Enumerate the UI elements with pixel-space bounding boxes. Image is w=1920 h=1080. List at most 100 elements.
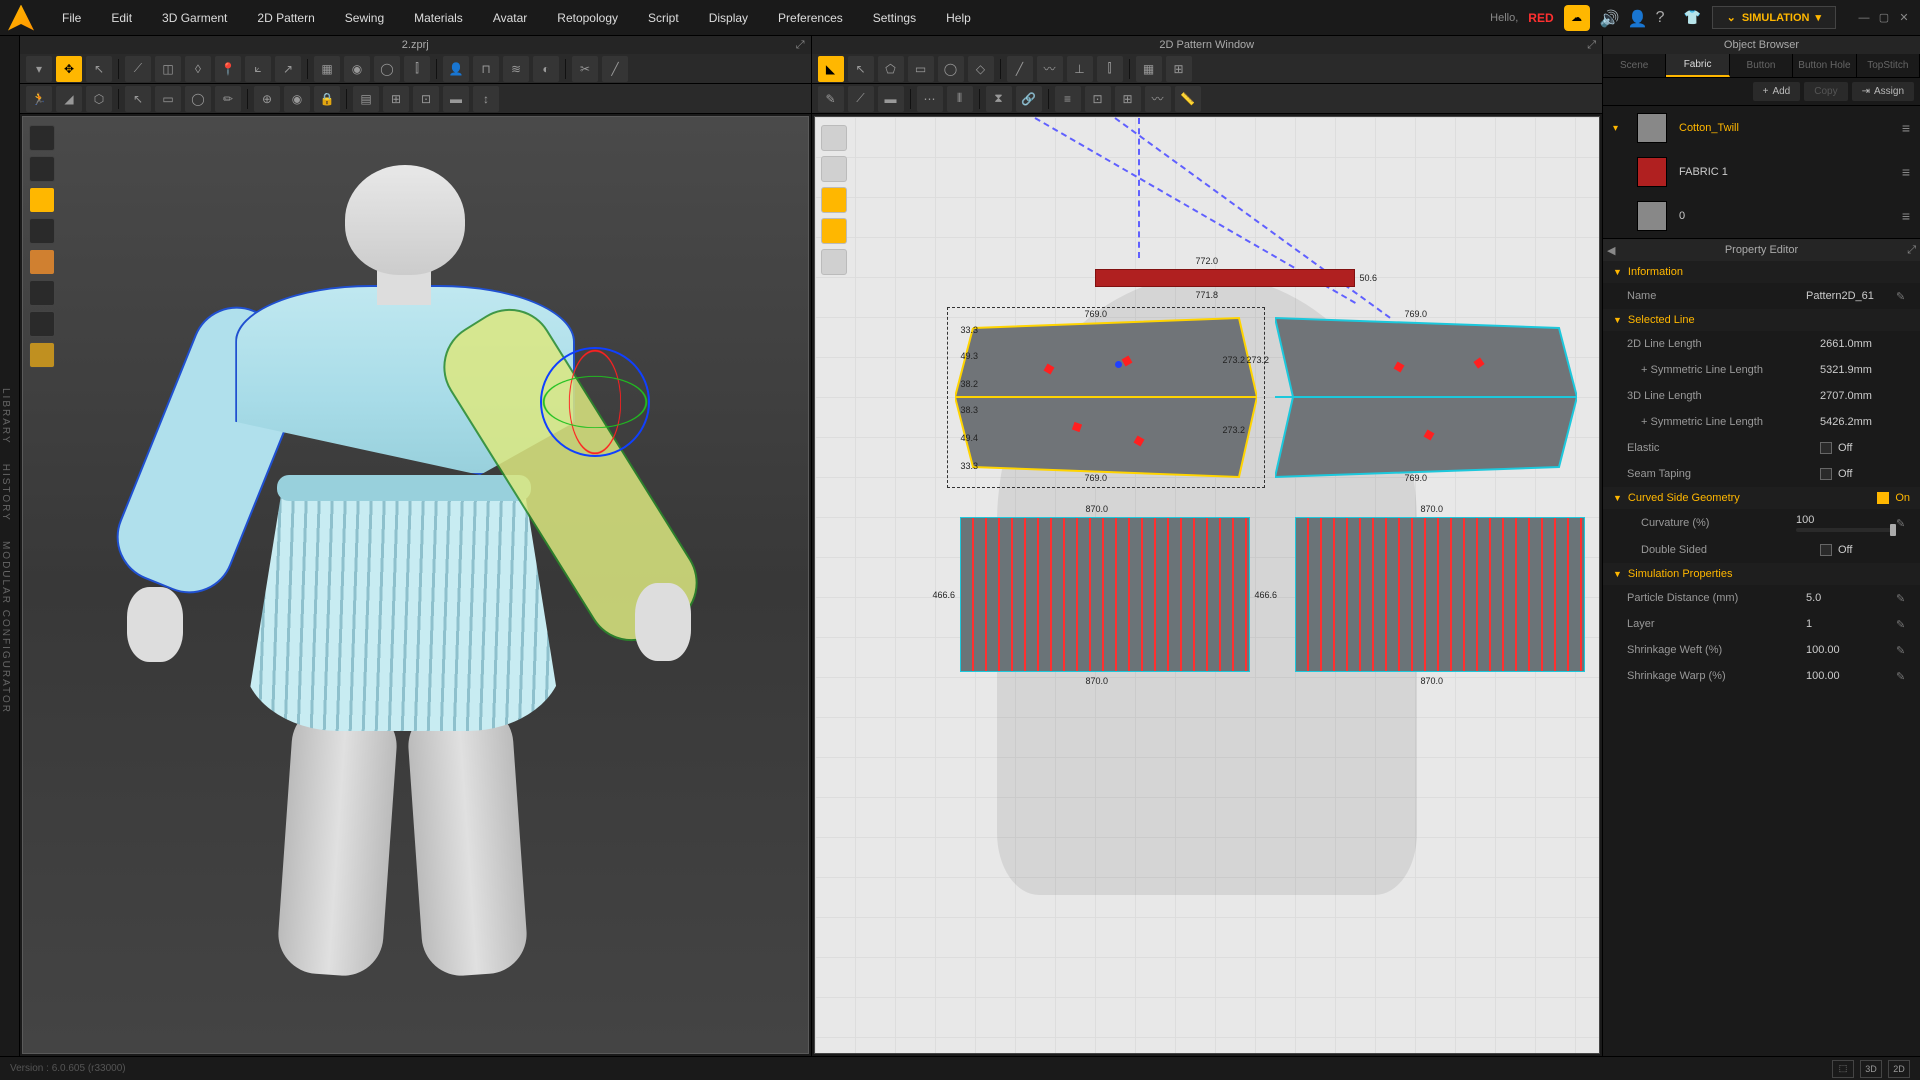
menu-edit[interactable]: Edit [97,5,146,31]
assign-button[interactable]: ⇥Assign [1852,82,1914,101]
tool-scissors[interactable]: ✂ [572,56,598,82]
render-stress-icon[interactable] [29,249,55,275]
section-curved[interactable]: ▼Curved Side GeometryOn [1603,487,1920,509]
help-icon[interactable]: ? [1656,9,1674,27]
pattern-band[interactable]: 772.0 771.8 50.6 [1095,269,1355,287]
tool-pin[interactable]: 📍 [215,56,241,82]
tool-texture[interactable]: ▦ [314,56,340,82]
render-trans-icon[interactable] [29,342,55,368]
edit-icon[interactable]: ✎ [1896,618,1910,631]
menu-preferences[interactable]: Preferences [764,5,857,31]
tshirt-icon[interactable]: 👕 [1684,9,1702,27]
fabric-item[interactable]: FABRIC 1 ≡ [1603,150,1920,194]
collapse-icon[interactable]: ◀ [1607,244,1615,257]
menu-script[interactable]: Script [634,5,693,31]
2d-show-pattern-icon[interactable] [821,125,847,151]
canvas-3d[interactable] [22,116,809,1054]
tool-2d-rect[interactable]: ▭ [908,56,934,82]
cloud-icon[interactable]: ☁ [1564,5,1590,31]
expand-icon[interactable]: ⤢ [796,39,805,52]
edit-icon[interactable]: ✎ [1896,670,1910,683]
side-strip-library[interactable]: LIBRARY HISTORY MODULAR CONFIGURATOR [0,36,20,1056]
section-selected-line[interactable]: ▼Selected Line [1603,309,1920,331]
menu-avatar[interactable]: Avatar [479,5,541,31]
tool-button[interactable]: ◯ [374,56,400,82]
pattern-skirt-right[interactable]: 870.0 870.0 [1295,517,1585,672]
elastic-toggle[interactable]: Off [1820,442,1910,454]
popout-icon[interactable]: ⤢ [1907,244,1916,257]
tool-seam[interactable]: ◊ [185,56,211,82]
edit-icon[interactable]: ✎ [1896,290,1910,303]
tool-2d-snap[interactable]: ⊡ [1085,86,1111,112]
tool-lock[interactable]: 🔒 [314,86,340,112]
tool-steam[interactable]: ◐ [533,56,559,82]
tab-topstitch[interactable]: TopStitch [1857,54,1920,77]
tab-button[interactable]: Button [1730,54,1793,77]
tool-brush[interactable]: ✏ [215,86,241,112]
2d-lock-icon[interactable] [821,249,847,275]
section-information[interactable]: ▼Information [1603,261,1920,283]
tool-fold[interactable]: ◫ [155,56,181,82]
maximize-button[interactable]: ▢ [1876,10,1892,26]
tool-sewing[interactable]: ⟋ [125,56,151,82]
simulation-mode-button[interactable]: ⌄ SIMULATION ▾ [1712,6,1836,29]
tool-2d-grid2[interactable]: ⊞ [1115,86,1141,112]
2d-show-seam-icon[interactable] [821,156,847,182]
render-fit-icon[interactable] [29,311,55,337]
tool-avatar[interactable]: 👤 [443,56,469,82]
tool-flatten[interactable]: ▬ [443,86,469,112]
tool-align[interactable]: ↕ [473,86,499,112]
sound-icon[interactable]: 🔊 [1600,9,1618,27]
view-mode-2d[interactable]: 2D [1888,1060,1910,1078]
tool-layer[interactable]: ▤ [353,86,379,112]
tool-2d-iron[interactable]: ▬ [878,86,904,112]
menu-2d-pattern[interactable]: 2D Pattern [243,5,328,31]
tool-world[interactable]: ⊕ [254,86,280,112]
tool-2d-circle[interactable]: ◯ [938,56,964,82]
tool-2d-poly[interactable]: ⬠ [878,56,904,82]
transform-gizmo[interactable] [540,347,650,457]
menu-sewing[interactable]: Sewing [331,5,398,31]
tool-zipper[interactable]: ⫿ [404,56,430,82]
fabric-item[interactable]: 0 ≡ [1603,194,1920,238]
tool-pose[interactable]: 🏃 [26,86,52,112]
fabric-item[interactable]: ▾ Cotton_Twill ≡ [1603,106,1920,150]
render-mesh-icon[interactable] [29,187,55,213]
fabric-menu-icon[interactable]: ≡ [1902,120,1910,136]
tab-fabric[interactable]: Fabric [1666,54,1729,77]
2d-show-baseline-icon[interactable] [821,187,847,213]
expand-icon[interactable]: ⤢ [1587,39,1596,52]
tool-2d-line[interactable]: ╱ [1007,56,1033,82]
tool-2d-pleat[interactable]: ⫴ [947,86,973,112]
2d-show-sewing-icon[interactable] [821,218,847,244]
pattern-sleeve-left-selected[interactable]: 769.0 769.0 33.3 49.3 38.2 38.3 49.4 33.… [955,315,1257,480]
double-sided-toggle[interactable]: Off [1820,544,1910,556]
account-icon[interactable]: 👤 [1628,9,1646,27]
tool-2d-trace[interactable]: ✎ [818,86,844,112]
prop-name-value[interactable]: Pattern2D_61 [1806,290,1896,302]
minimize-button[interactable]: — [1856,10,1872,26]
tool-select[interactable]: ▾ [26,56,52,82]
menu-materials[interactable]: Materials [400,5,477,31]
tool-2d-sew[interactable]: ⟋ [848,86,874,112]
tool-hanger[interactable]: ⊓ [473,56,499,82]
fabric-menu-icon[interactable]: ≡ [1902,164,1910,180]
tool-strengthen[interactable]: ⊞ [383,86,409,112]
close-button[interactable]: ✕ [1896,10,1912,26]
menu-file[interactable]: File [48,5,95,31]
tool-lasso[interactable]: ◯ [185,86,211,112]
edit-icon[interactable]: ✎ [1896,517,1910,530]
edit-icon[interactable]: ✎ [1896,644,1910,657]
tool-2d-select[interactable]: ◣ [818,56,844,82]
tool-pin2[interactable]: ◢ [56,86,82,112]
fabric-menu-icon[interactable]: ≡ [1902,208,1910,224]
edit-icon[interactable]: ✎ [1896,592,1910,605]
tool-superimpose[interactable]: ⊡ [413,86,439,112]
render-strain-icon[interactable] [29,280,55,306]
copy-button[interactable]: Copy [1804,82,1847,101]
tool-2d-sym[interactable]: ⧗ [986,86,1012,112]
tool-mesh-box[interactable]: ▭ [155,86,181,112]
tool-snap[interactable]: ⬡ [86,86,112,112]
tool-arrow[interactable]: ↖ [86,56,112,82]
menu-help[interactable]: Help [932,5,985,31]
